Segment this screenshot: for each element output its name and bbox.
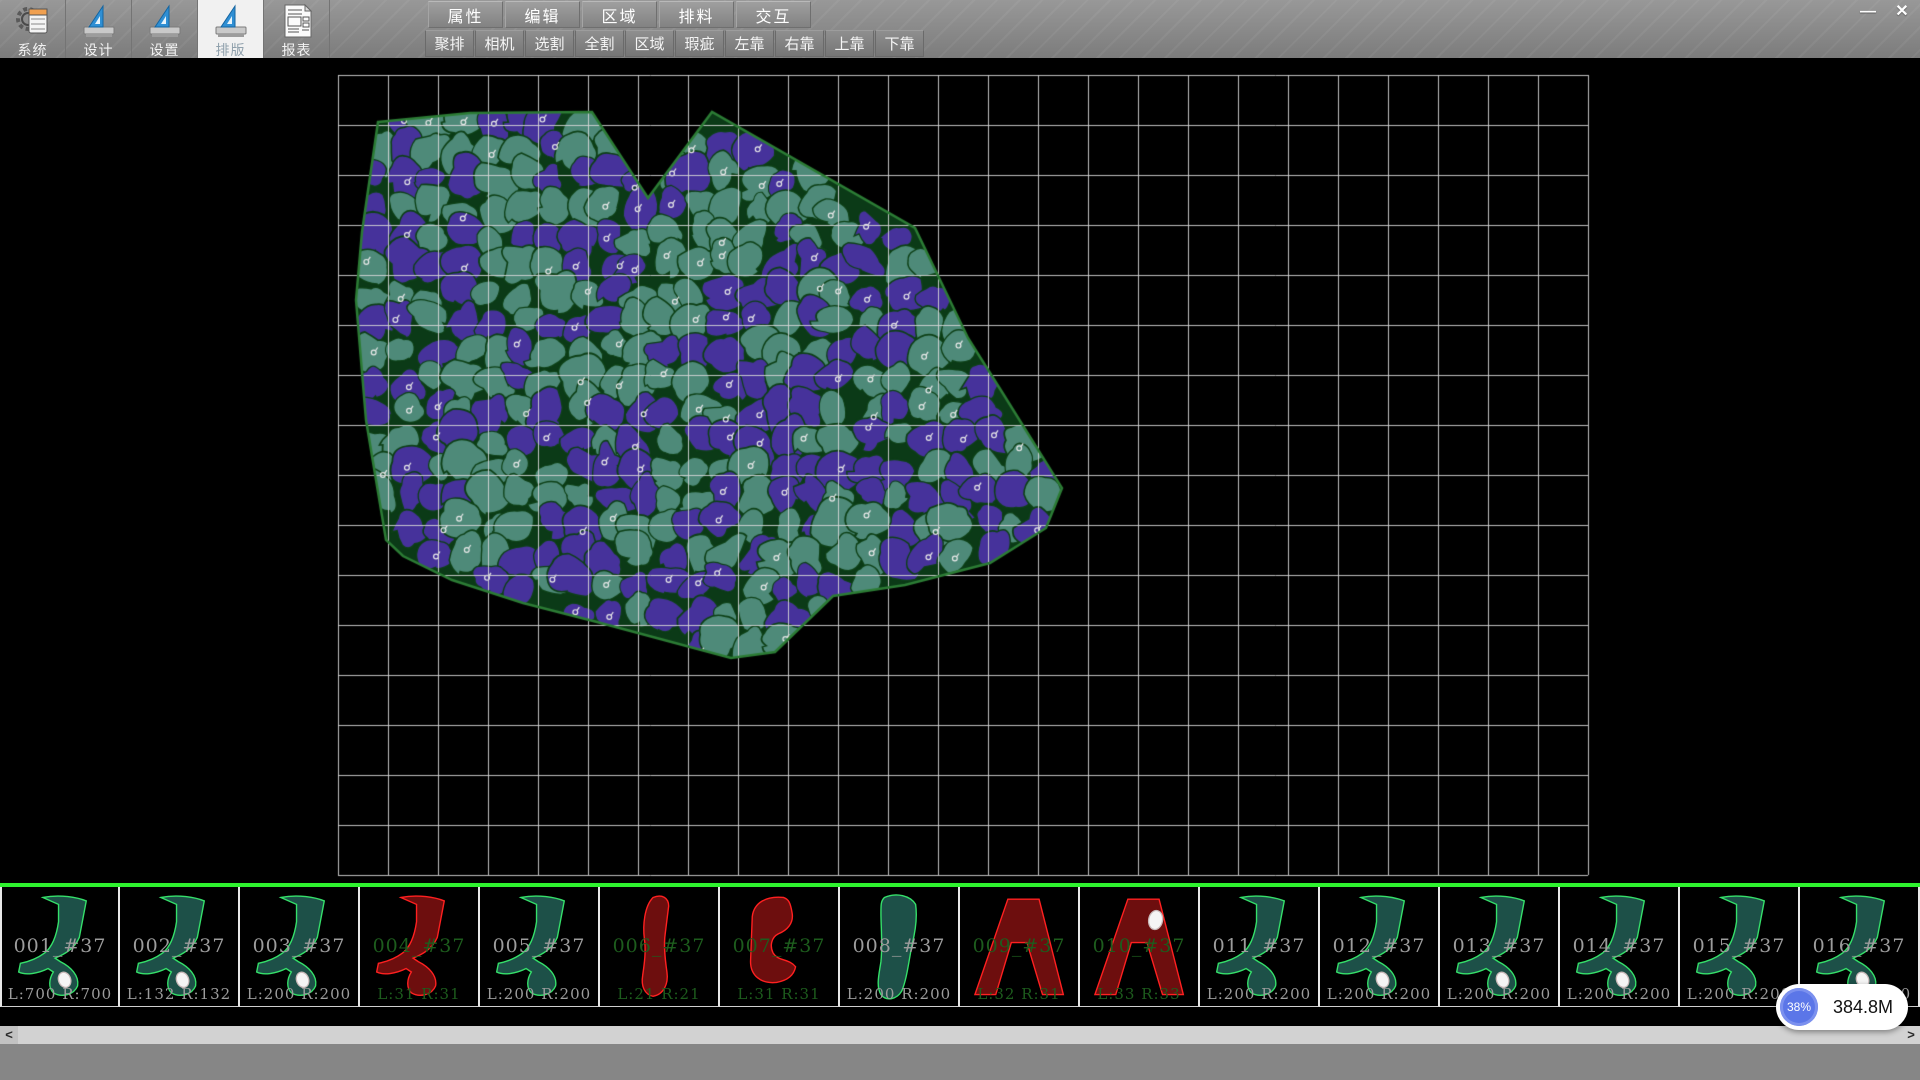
report-document-icon [277, 3, 317, 39]
minimize-button[interactable]: — [1854, 2, 1882, 22]
tool-align-right[interactable]: 右靠 [775, 30, 824, 57]
nav-tab-label: 排版 [216, 40, 246, 60]
thumbnail-cell-002_#37[interactable]: 002_#37 L:132 R:132 [120, 887, 240, 1007]
thumbnail-cell-015_#37[interactable]: 015_#37 L:200 R:200 [1680, 887, 1800, 1007]
piece-id-label: 001_#37 [2, 935, 118, 957]
menu-row-bottom: 聚排 相机 选割 全割 区域 瑕疵 左靠 右靠 上靠 下靠 [425, 30, 924, 57]
thumbnail-cell-001_#37[interactable]: 001_#37 L:700 R:700 [0, 887, 120, 1007]
piece-id-label: 011_#37 [1200, 935, 1318, 957]
thumbnail-cell-008_#37[interactable]: 008_#37 L:200 R:200 [840, 887, 960, 1007]
app-window: 系统 设计 设置 排版 [0, 0, 1920, 1080]
nav-tab-label: 系统 [18, 40, 48, 60]
nav-tab-settings[interactable]: 设置 [132, 0, 198, 58]
window-controls: — ✕ [1854, 2, 1916, 22]
pieces-strip: 001_#37 L:700 R:700 002_#37 L:132 R:132 … [0, 883, 1920, 1007]
piece-id-label: 009_#37 [960, 935, 1078, 957]
piece-count-label: L:200 R:200 [1320, 985, 1438, 1003]
scroll-right-button[interactable]: > [1902, 1026, 1920, 1044]
menu-attributes[interactable]: 属性 [428, 1, 503, 28]
piece-id-label: 015_#37 [1680, 935, 1798, 957]
piece-id-label: 014_#37 [1560, 935, 1678, 957]
nav-tab-label: 设置 [150, 40, 180, 60]
piece-id-label: 008_#37 [840, 935, 958, 957]
menu-row-top: 属性 编辑 区域 排料 交互 [428, 1, 811, 28]
piece-count-label: L:32 R:31 [960, 985, 1078, 1003]
menu-edit[interactable]: 编辑 [505, 1, 580, 28]
tool-cluster-nest[interactable]: 聚排 [425, 30, 474, 57]
status-bar [0, 1044, 1920, 1080]
piece-count-label: L:33 R:33 [1080, 985, 1198, 1003]
tool-align-bottom[interactable]: 下靠 [875, 30, 924, 57]
piece-count-label: L:200 R:200 [1560, 985, 1678, 1003]
scroll-left-button[interactable]: < [0, 1026, 18, 1044]
tool-cut-all[interactable]: 全割 [575, 30, 624, 57]
triangle-ruler-icon [79, 3, 119, 39]
piece-id-label: 003_#37 [240, 935, 358, 957]
workspace [0, 58, 1920, 883]
thumbnail-cell-010_#37[interactable]: 010_#37 L:33 R:33 [1080, 887, 1200, 1007]
piece-id-label: 006_#37 [600, 935, 718, 957]
piece-id-label: 013_#37 [1440, 935, 1558, 957]
thumbnail-cell-012_#37[interactable]: 012_#37 L:200 R:200 [1320, 887, 1440, 1007]
nesting-canvas[interactable] [0, 58, 1920, 883]
piece-id-label: 012_#37 [1320, 935, 1438, 957]
piece-count-label: L:200 R:200 [1200, 985, 1318, 1003]
system-gear-icon [13, 3, 53, 39]
piece-count-label: L:132 R:132 [120, 985, 238, 1003]
top-toolbar: 系统 设计 设置 排版 [0, 0, 1920, 58]
thumbnail-cell-005_#37[interactable]: 005_#37 L:200 R:200 [480, 887, 600, 1007]
memory-badge: 38% 384.8M [1776, 984, 1908, 1030]
nav-tab-design[interactable]: 设计 [66, 0, 132, 58]
thumbnail-cell-006_#37[interactable]: 006_#37 L:21 R:21 [600, 887, 720, 1007]
tool-camera[interactable]: 相机 [475, 30, 524, 57]
piece-id-label: 010_#37 [1080, 935, 1198, 957]
piece-count-label: L:200 R:200 [480, 985, 598, 1003]
nav-tab-label: 报表 [282, 40, 312, 60]
menu-region[interactable]: 区域 [582, 1, 657, 28]
tool-defect[interactable]: 瑕疵 [675, 30, 724, 57]
piece-count-label: L:200 R:200 [240, 985, 358, 1003]
piece-count-label: L:21 R:21 [600, 985, 718, 1003]
menu-interact[interactable]: 交互 [736, 1, 811, 28]
piece-id-label: 007_#37 [720, 935, 838, 957]
thumbnail-cell-011_#37[interactable]: 011_#37 L:200 R:200 [1200, 887, 1320, 1007]
piece-count-label: L:200 R:200 [1440, 985, 1558, 1003]
piece-count-label: L:31 R:31 [360, 985, 478, 1003]
thumbnail-cell-013_#37[interactable]: 013_#37 L:200 R:200 [1440, 887, 1560, 1007]
piece-id-label: 004_#37 [360, 935, 478, 957]
horizontal-scrollbar[interactable]: < > [0, 1026, 1920, 1044]
nav-tab-report[interactable]: 报表 [264, 0, 330, 58]
thumbnail-cell-007_#37[interactable]: 007_#37 L:31 R:31 [720, 887, 840, 1007]
nav-tab-label: 设计 [84, 40, 114, 60]
thumbnail-cell-004_#37[interactable]: 004_#37 L:31 R:31 [360, 887, 480, 1007]
thumbnail-cell-014_#37[interactable]: 014_#37 L:200 R:200 [1560, 887, 1680, 1007]
triangle-ruler-icon [145, 3, 185, 39]
piece-id-label: 002_#37 [120, 935, 238, 957]
piece-count-label: L:31 R:31 [720, 985, 838, 1003]
progress-circle: 38% [1780, 988, 1818, 1026]
piece-id-label: 016_#37 [1800, 935, 1918, 957]
triangle-ruler-icon [211, 3, 251, 39]
tool-align-left[interactable]: 左靠 [725, 30, 774, 57]
thumbnail-cell-003_#37[interactable]: 003_#37 L:200 R:200 [240, 887, 360, 1007]
thumbnail-cell-009_#37[interactable]: 009_#37 L:32 R:31 [960, 887, 1080, 1007]
tool-select-cut[interactable]: 选割 [525, 30, 574, 57]
piece-id-label: 005_#37 [480, 935, 598, 957]
nav-tab-layout[interactable]: 排版 [198, 0, 264, 58]
memory-size-label: 384.8M [1818, 997, 1908, 1018]
piece-count-label: L:200 R:200 [840, 985, 958, 1003]
piece-count-label: L:700 R:700 [2, 985, 118, 1003]
tool-align-top[interactable]: 上靠 [825, 30, 874, 57]
close-button[interactable]: ✕ [1888, 2, 1916, 22]
tool-region[interactable]: 区域 [625, 30, 674, 57]
nav-tabs: 系统 设计 设置 排版 [0, 0, 330, 58]
nav-tab-system[interactable]: 系统 [0, 0, 66, 58]
menu-nesting[interactable]: 排料 [659, 1, 734, 28]
